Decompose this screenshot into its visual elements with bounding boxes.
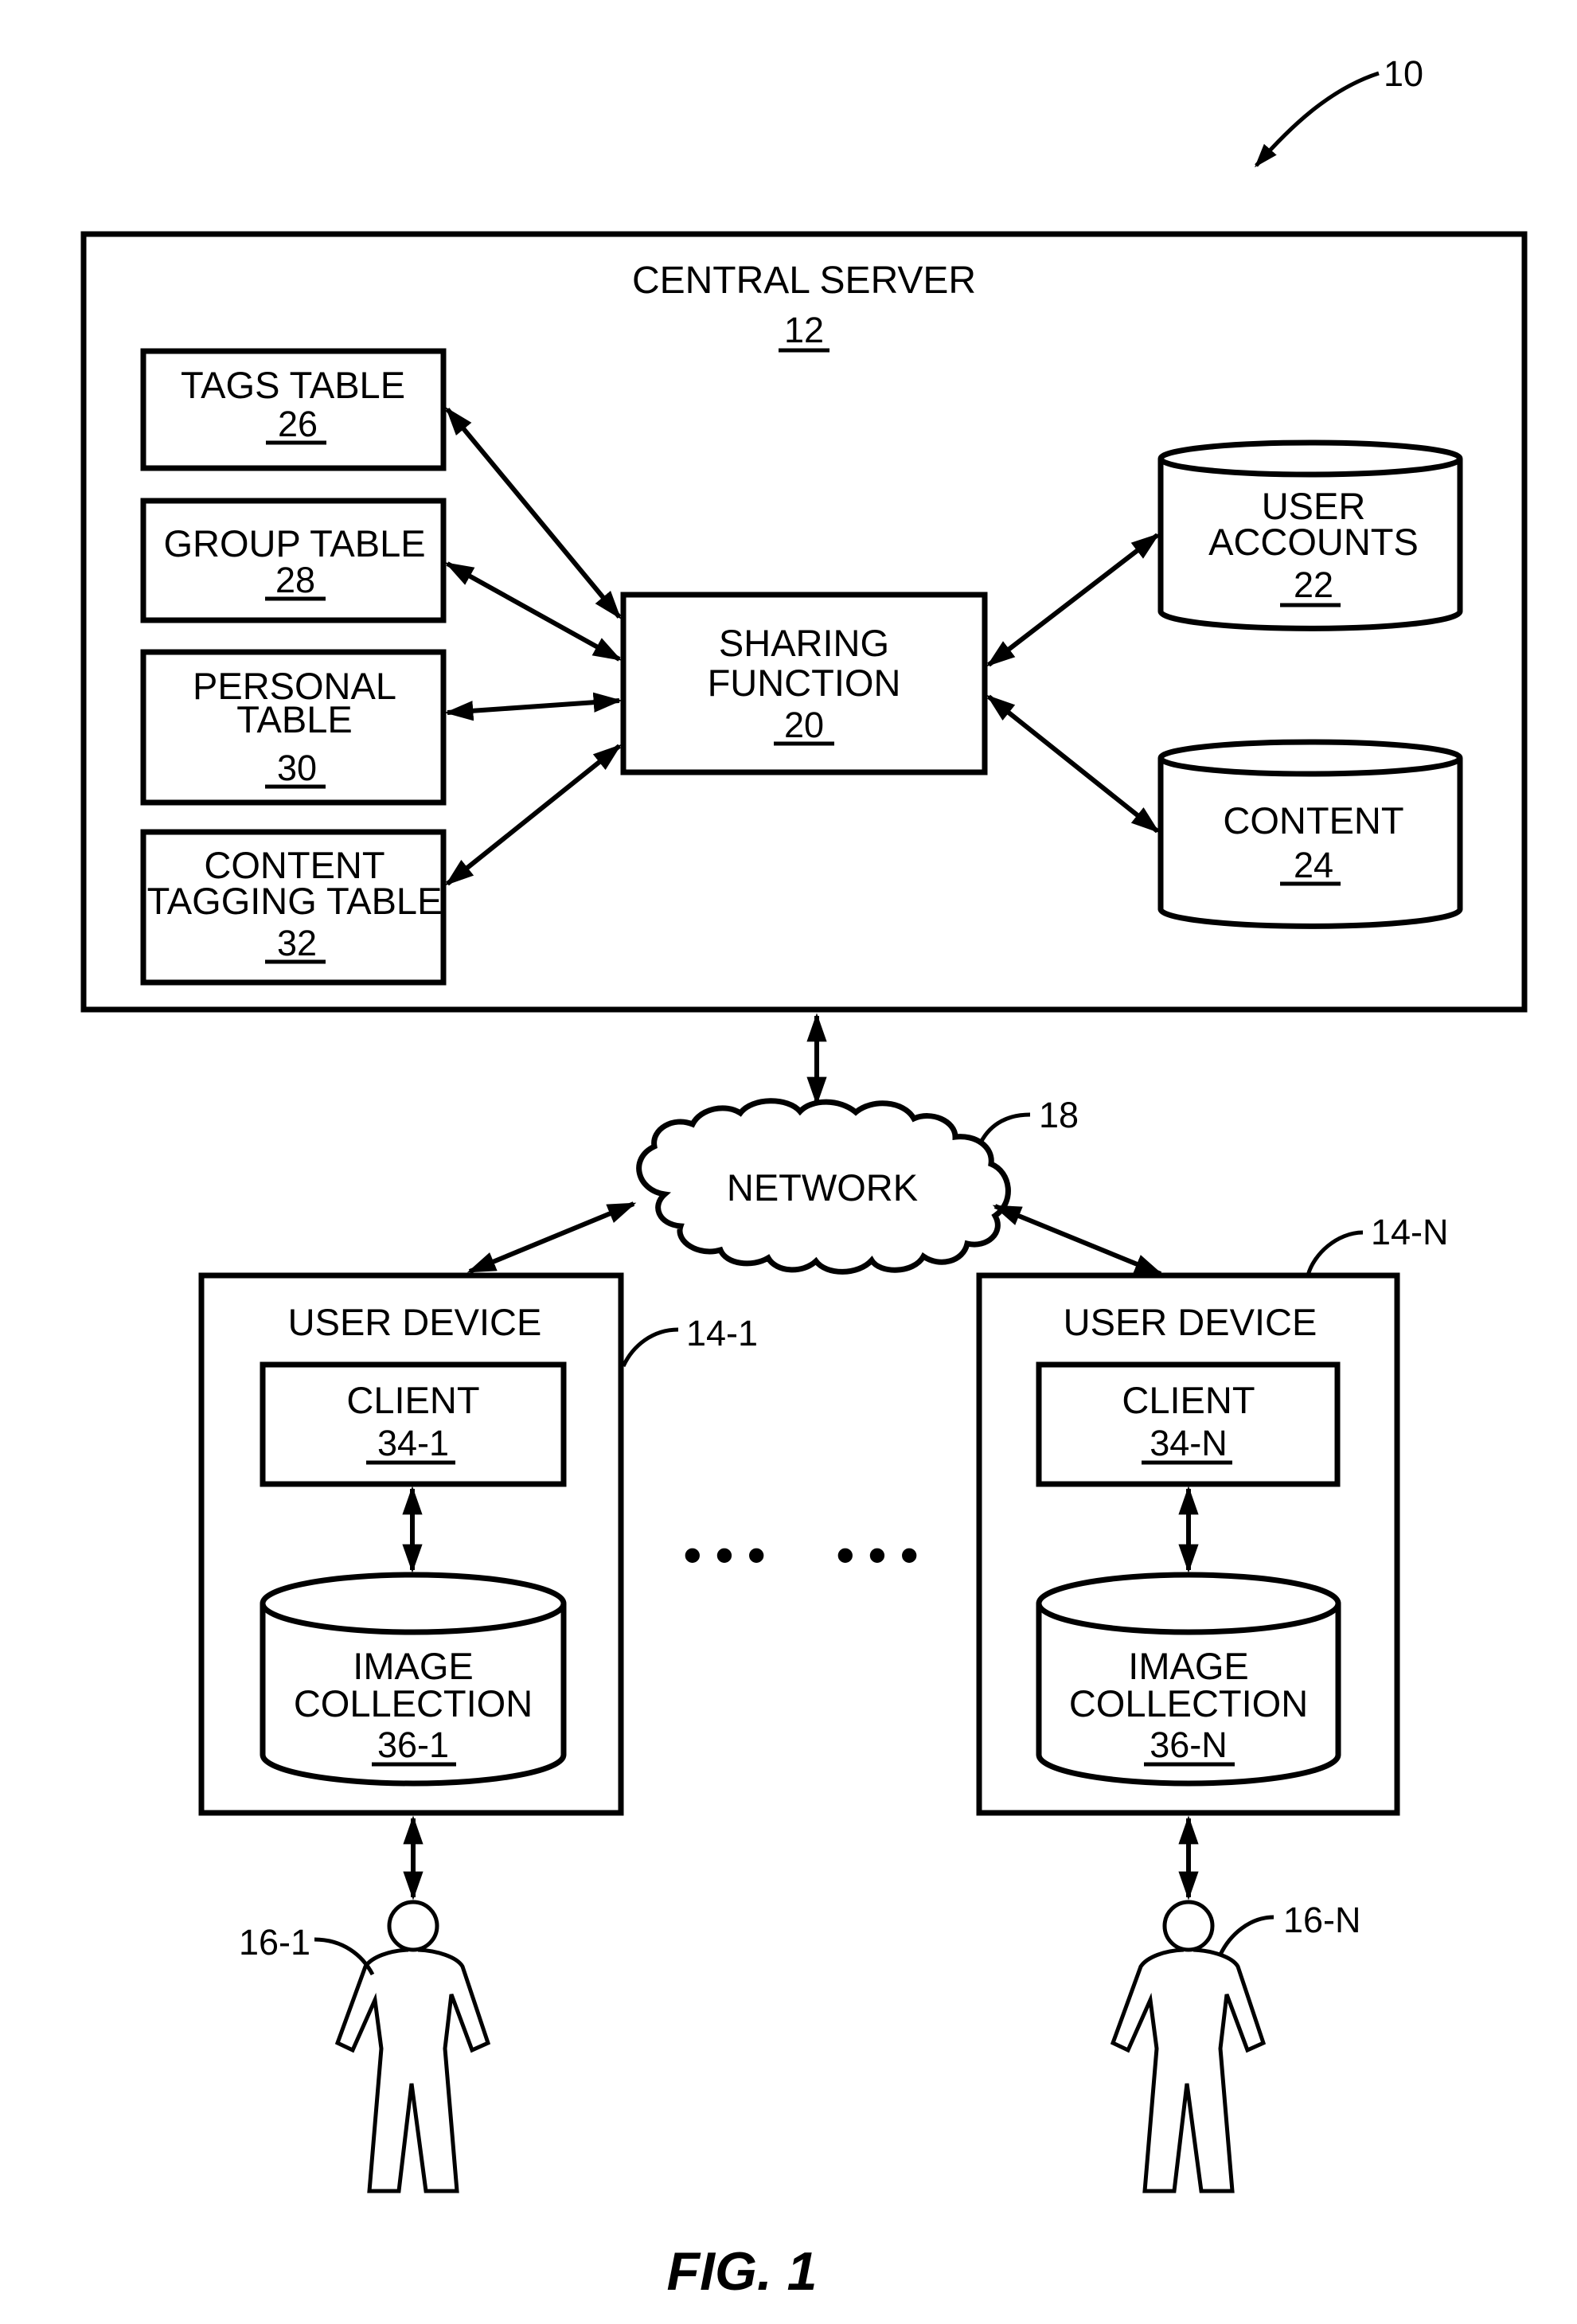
sharing-function: SHARING FUNCTION 20 — [620, 592, 988, 775]
group-table-ref: 28 — [275, 560, 315, 600]
user-1: 16-1 — [239, 1900, 491, 2193]
content-tagging-table-ref: 32 — [277, 923, 317, 963]
network-label: NETWORK — [727, 1166, 918, 1209]
central-server: CENTRAL SERVER 12 TAGS TABLE 26 GROUP TA… — [80, 231, 1528, 1013]
ellipsis-left: • • • — [684, 1526, 766, 1584]
user-1-ref-label: 16-1 — [239, 1922, 310, 1963]
ellipsis-right: • • • — [837, 1526, 919, 1584]
tags-table: TAGS TABLE 26 — [140, 348, 447, 471]
content-cylinder-body — [1157, 758, 1463, 929]
system-ref-label: 10 — [1384, 53, 1423, 94]
user-n-ref-label: 16-N — [1283, 1900, 1361, 1940]
group-table-label: GROUP TABLE — [163, 522, 425, 564]
client-1-ref: 34-1 — [377, 1423, 449, 1463]
network-ref-label: 18 — [1039, 1095, 1079, 1135]
sharing-function-label-line2: FUNCTION — [708, 662, 901, 704]
user-accounts-cylinder-top — [1157, 439, 1463, 478]
content-tagging-table-label-line2: TAGGING TABLE — [147, 880, 443, 922]
client-1-label: CLIENT — [346, 1379, 479, 1421]
network-ref-leader — [978, 1112, 1031, 1144]
user-device-n-ref-label: 14-N — [1371, 1212, 1449, 1252]
user-device-1-title: USER DEVICE — [288, 1301, 542, 1343]
collection-n-label-line2: COLLECTION — [1069, 1682, 1308, 1724]
figure-label: FIG. 1 — [667, 2241, 818, 2302]
personal-table-label-line2: TABLE — [236, 698, 352, 740]
user-device-n: USER DEVICE 14-N CLIENT 34-N IMAGE COLLE… — [976, 1212, 1449, 1816]
content-label: CONTENT — [1223, 799, 1403, 842]
personal-table-ref: 30 — [277, 748, 317, 788]
user-device-n-title: USER DEVICE — [1064, 1301, 1317, 1343]
user-device-1-ref-label: 14-1 — [686, 1313, 758, 1353]
collection-1-ref: 36-1 — [377, 1724, 449, 1765]
system-reference: 10 — [1255, 53, 1423, 168]
person-icon — [1110, 1900, 1267, 2193]
collection-n-ref: 36-N — [1150, 1724, 1228, 1765]
collection-1-label-line2: COLLECTION — [294, 1682, 533, 1724]
collection-n-cylinder-top — [1036, 1572, 1341, 1635]
network-device-1-arrow-icon — [466, 1201, 637, 1274]
sharing-function-label-line1: SHARING — [719, 622, 889, 664]
user-accounts-store: USER ACCOUNTS 22 — [1157, 439, 1463, 631]
more-devices-ellipsis: • • • • • • — [684, 1526, 919, 1584]
client-n-ref: 34-N — [1150, 1423, 1228, 1463]
sharing-function-ref: 20 — [784, 705, 824, 745]
client-n-label: CLIENT — [1122, 1379, 1255, 1421]
patent-figure: 10 CENTRAL SERVER 12 TAGS TABLE 26 GROUP… — [80, 53, 1528, 2302]
user-device-1: USER DEVICE 14-1 CLIENT 34-1 IMAGE COLLE… — [198, 1272, 758, 1816]
central-server-title: CENTRAL SERVER — [632, 260, 976, 302]
network: NETWORK 18 — [636, 1095, 1079, 1275]
personal-table: PERSONAL TABLE 30 — [140, 649, 447, 806]
system-ref-arrow-icon — [1255, 71, 1380, 168]
tags-table-ref: 26 — [278, 404, 318, 444]
central-server-ref: 12 — [784, 310, 824, 350]
user-n: 16-N — [1110, 1900, 1361, 2193]
person-icon — [334, 1900, 491, 2193]
content-ref: 24 — [1294, 845, 1333, 885]
collection-n-label-line1: IMAGE — [1128, 1645, 1248, 1687]
user-accounts-ref: 22 — [1294, 564, 1333, 605]
content-cylinder-top — [1157, 739, 1463, 777]
content-tagging-table: CONTENT TAGGING TABLE 32 — [140, 829, 447, 986]
network-device-n-arrow-icon — [992, 1204, 1164, 1276]
user-n-ref-leader — [1218, 1915, 1274, 1956]
group-table: GROUP TABLE 28 — [140, 498, 447, 623]
user-device-1-ref-leader — [621, 1327, 679, 1368]
user-accounts-label-line2: ACCOUNTS — [1208, 521, 1419, 563]
content-store: CONTENT 24 — [1157, 739, 1463, 929]
collection-1-cylinder-top — [260, 1572, 567, 1635]
tags-table-label: TAGS TABLE — [181, 364, 405, 406]
collection-1-label-line1: IMAGE — [353, 1645, 473, 1687]
user-device-n-ref-leader — [1306, 1230, 1364, 1276]
